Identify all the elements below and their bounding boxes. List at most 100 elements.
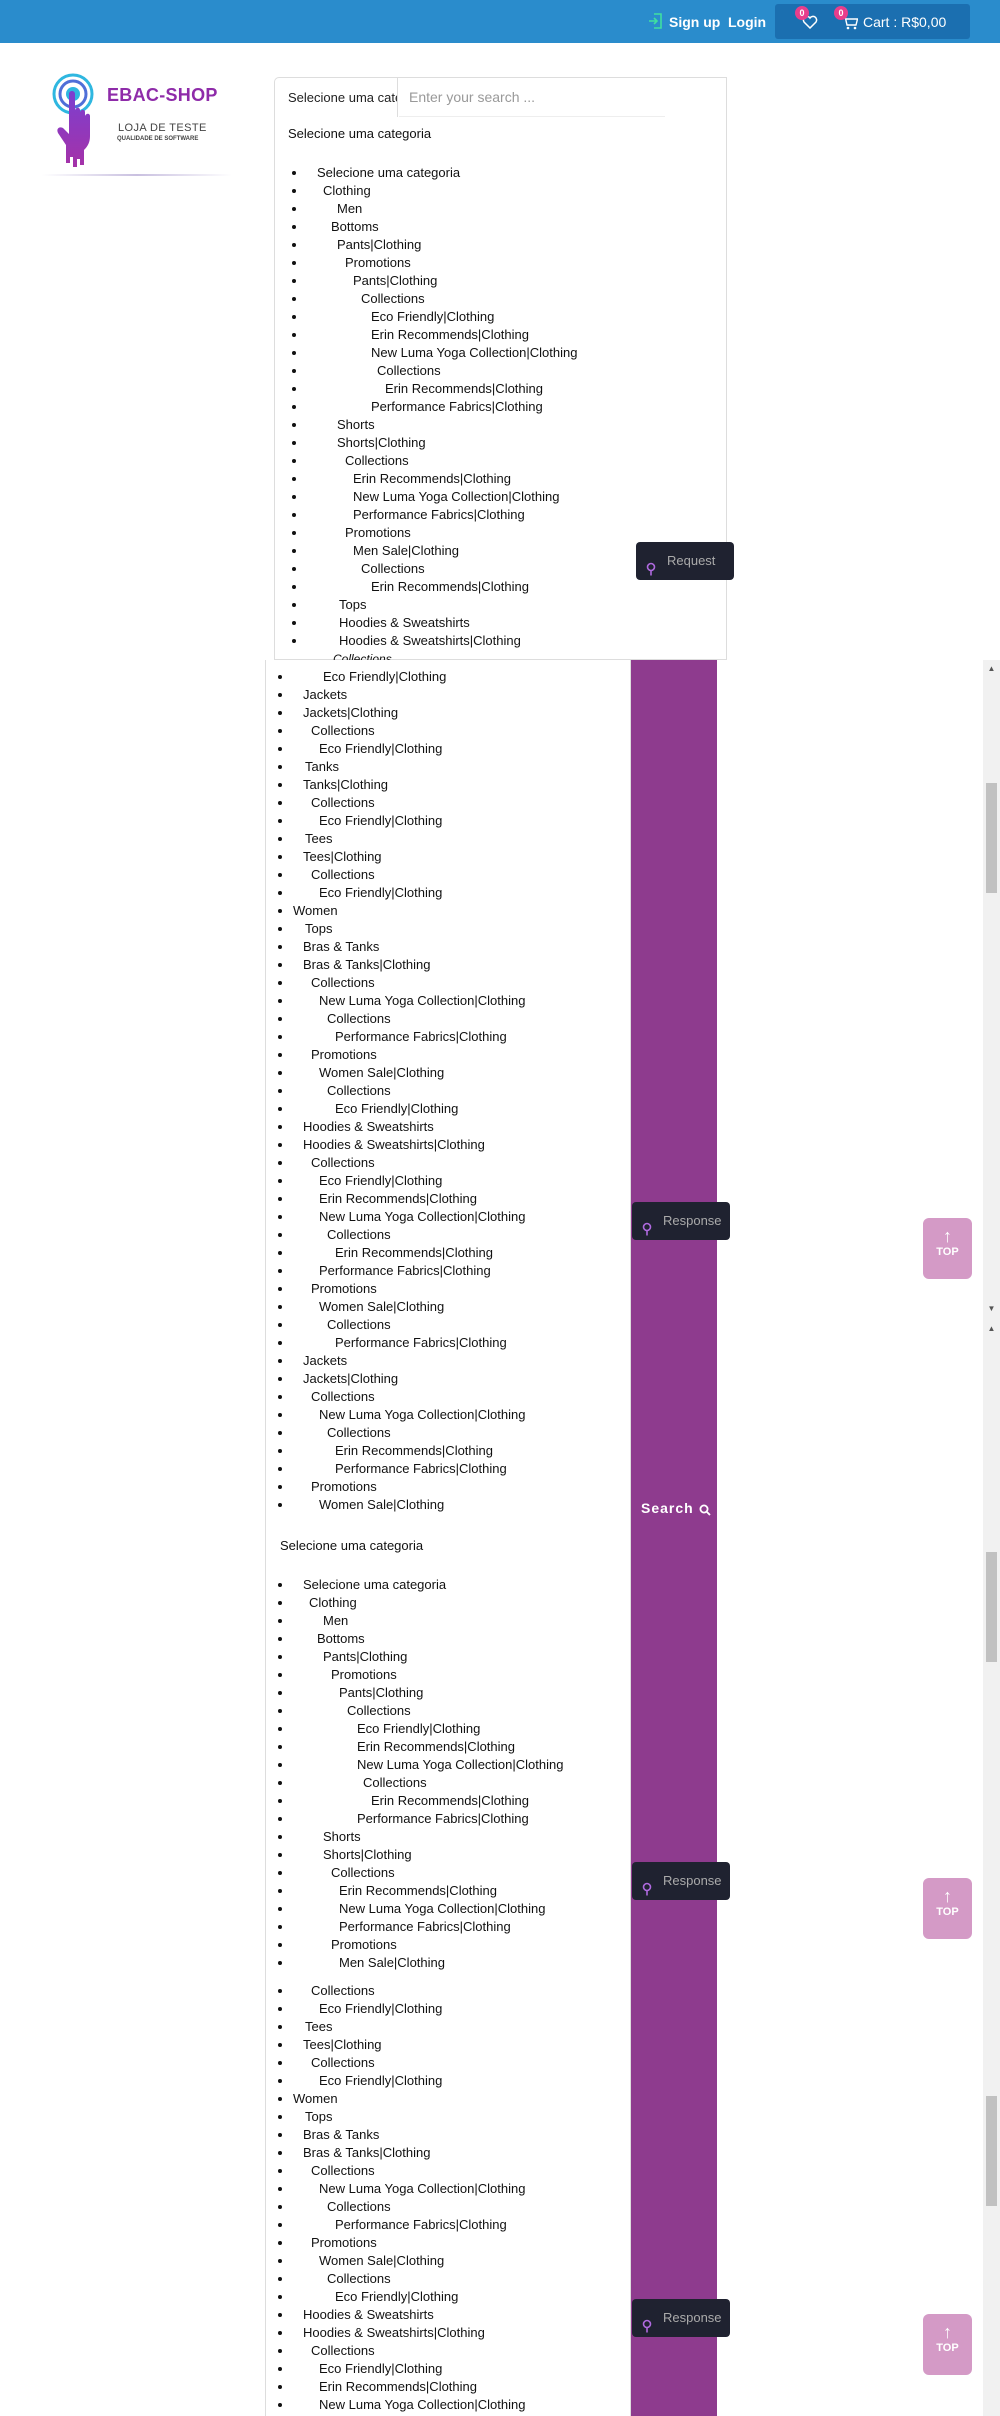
login-link[interactable]: Login (728, 12, 766, 32)
list-item[interactable]: Collections (293, 1424, 525, 1442)
list-item[interactable]: Women Sale|Clothing (293, 2252, 525, 2270)
list-item[interactable]: Collections (293, 1226, 525, 1244)
list-item[interactable]: Eco Friendly|Clothing (293, 1172, 525, 1190)
list-item[interactable]: Men (307, 200, 577, 218)
list-item[interactable]: Jackets (293, 686, 525, 704)
list-item[interactable]: Selecione uma categoria (293, 1576, 563, 1594)
list-item[interactable]: Collections (293, 1316, 525, 1334)
list-item[interactable]: Tops (307, 596, 577, 614)
list-item[interactable]: Shorts|Clothing (293, 1846, 563, 1864)
response-button[interactable]: Response (632, 1202, 730, 1240)
list-item[interactable]: Collections (293, 1702, 563, 1720)
list-item[interactable]: Eco Friendly|Clothing (293, 2288, 525, 2306)
list-item[interactable]: Erin Recommends|Clothing (307, 470, 577, 488)
list-item[interactable]: Clothing (307, 182, 577, 200)
list-item[interactable]: Eco Friendly|Clothing (293, 2360, 525, 2378)
list-item[interactable]: Promotions (293, 1478, 525, 1496)
list-item[interactable]: Men Sale|Clothing (293, 1954, 563, 1972)
list-item[interactable]: Performance Fabrics|Clothing (293, 1460, 525, 1478)
list-item[interactable]: Pants|Clothing (307, 272, 577, 290)
list-item[interactable]: Tees (293, 2018, 525, 2036)
list-item[interactable]: Collections (307, 290, 577, 308)
list-item[interactable]: Hoodies & Sweatshirts|Clothing (293, 2324, 525, 2342)
list-item[interactable]: Eco Friendly|Clothing (307, 308, 577, 326)
list-item[interactable]: Performance Fabrics|Clothing (293, 2216, 525, 2234)
cart-label[interactable]: Cart : R$0,00 (863, 12, 946, 32)
list-item[interactable]: Shorts|Clothing (307, 434, 577, 452)
list-item[interactable]: Bottoms (293, 1630, 563, 1648)
list-item[interactable]: Tees|Clothing (293, 848, 525, 866)
list-item[interactable]: Erin Recommends|Clothing (293, 1792, 563, 1810)
list-item[interactable]: Tanks (293, 758, 525, 776)
list-item[interactable]: Erin Recommends|Clothing (307, 578, 577, 596)
list-item[interactable]: Performance Fabrics|Clothing (293, 1028, 525, 1046)
list-item[interactable]: Collections (293, 2342, 525, 2360)
list-item[interactable]: Eco Friendly|Clothing (293, 884, 525, 902)
search-input[interactable] (399, 78, 665, 117)
list-item[interactable]: New Luma Yoga Collection|Clothing (293, 1900, 563, 1918)
list-item[interactable]: Women Sale|Clothing (293, 1496, 525, 1514)
list-item[interactable]: Collections (307, 452, 577, 470)
list-item[interactable]: New Luma Yoga Collection|Clothing (307, 344, 577, 362)
list-item[interactable]: Collections (307, 362, 577, 380)
scrollbar-thumb[interactable] (986, 783, 997, 893)
list-item[interactable]: Performance Fabrics|Clothing (293, 1334, 525, 1352)
list-item[interactable]: Hoodies & Sweatshirts (293, 2306, 525, 2324)
list-item[interactable]: Promotions (307, 254, 577, 272)
list-item[interactable]: Collections (293, 2162, 525, 2180)
list-item[interactable]: Collections (307, 560, 577, 578)
list-item[interactable]: Promotions (307, 524, 577, 542)
list-item[interactable]: Promotions (293, 1046, 525, 1064)
list-item[interactable]: Eco Friendly|Clothing (293, 740, 525, 758)
list-item[interactable]: Clothing (293, 1594, 563, 1612)
list-item[interactable]: Bras & Tanks|Clothing (293, 956, 525, 974)
list-item[interactable]: Erin Recommends|Clothing (293, 1190, 525, 1208)
list-item[interactable]: Collections (293, 2198, 525, 2216)
list-item[interactable]: Collections (293, 1082, 525, 1100)
list-item[interactable]: Performance Fabrics|Clothing (293, 1918, 563, 1936)
list-item[interactable]: Jackets (293, 1352, 525, 1370)
list-item[interactable]: New Luma Yoga Collection|Clothing (293, 2396, 525, 2414)
scroll-up-arrow-icon[interactable]: ▲ (986, 664, 997, 674)
list-item[interactable]: Eco Friendly|Clothing (293, 812, 525, 830)
list-item[interactable]: Pants|Clothing (293, 1684, 563, 1702)
list-item[interactable]: New Luma Yoga Collection|Clothing (293, 2180, 525, 2198)
list-item[interactable]: Pants|Clothing (293, 1648, 563, 1666)
scrollbar-thumb[interactable] (986, 1552, 997, 1662)
list-item[interactable]: Tees|Clothing (293, 2036, 525, 2054)
list-item[interactable]: Collections (293, 794, 525, 812)
list-item[interactable]: Bras & Tanks (293, 938, 525, 956)
list-item[interactable]: Women (293, 902, 525, 920)
list-item[interactable]: Promotions (293, 2234, 525, 2252)
cart-area[interactable]: 0 0 Cart : R$0,00 (775, 4, 970, 39)
list-item[interactable]: Collections (293, 1388, 525, 1406)
list-item[interactable]: Erin Recommends|Clothing (293, 1442, 525, 1460)
list-item[interactable]: Erin Recommends|Clothing (293, 2378, 525, 2396)
list-item[interactable]: Bras & Tanks (293, 2126, 525, 2144)
list-item[interactable]: Performance Fabrics|Clothing (293, 1262, 525, 1280)
list-item[interactable]: Erin Recommends|Clothing (293, 1882, 563, 1900)
back-to-top-button[interactable]: ↑ TOP (923, 1878, 972, 1939)
list-item[interactable]: Tanks|Clothing (293, 776, 525, 794)
list-item[interactable]: Collections (293, 974, 525, 992)
list-item[interactable]: Promotions (293, 1936, 563, 1954)
list-item[interactable]: Eco Friendly|Clothing (293, 1720, 563, 1738)
signup-icon[interactable] (648, 13, 662, 29)
list-item[interactable]: New Luma Yoga Collection|Clothing (307, 488, 577, 506)
list-item[interactable]: Erin Recommends|Clothing (293, 1738, 563, 1756)
list-item[interactable]: Collections (293, 1982, 525, 2000)
list-item[interactable]: Hoodies & Sweatshirts|Clothing (307, 632, 577, 650)
list-item[interactable]: Performance Fabrics|Clothing (307, 398, 577, 416)
list-item[interactable]: Erin Recommends|Clothing (307, 326, 577, 344)
list-item[interactable]: Collections (293, 1864, 563, 1882)
list-item[interactable]: Hoodies & Sweatshirts (293, 1118, 525, 1136)
list-item[interactable]: Men (293, 1612, 563, 1630)
list-item[interactable]: Eco Friendly|Clothing (293, 2000, 525, 2018)
scrollbar[interactable] (983, 660, 1000, 1320)
list-item[interactable]: Eco Friendly|Clothing (293, 668, 525, 686)
list-item[interactable]: Collections (293, 722, 525, 740)
list-item[interactable]: Collections (293, 1154, 525, 1172)
list-item[interactable]: Hoodies & Sweatshirts|Clothing (293, 1136, 525, 1154)
list-item[interactable]: Eco Friendly|Clothing (293, 1100, 525, 1118)
list-item[interactable]: Women (293, 2090, 525, 2108)
